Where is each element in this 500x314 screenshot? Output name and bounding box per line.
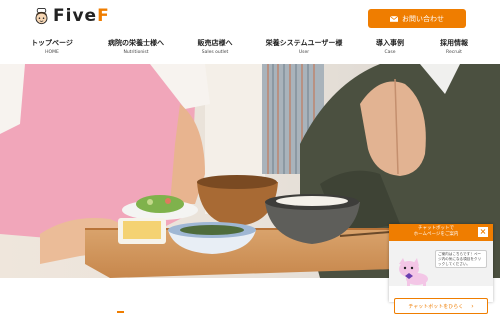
- logo[interactable]: FiveF: [33, 8, 110, 25]
- dog-mascot-icon: [399, 258, 428, 286]
- chef-mascot-icon: [35, 8, 48, 25]
- chatbot-body: ご案内はこちらです！ページ内の気になる項目をクリックしてください。 チャットボッ…: [389, 241, 493, 314]
- nav-item-home[interactable]: トップページ HOME: [31, 38, 73, 57]
- site-header: FiveF お問い合わせ トップページ HOME 病院の栄養士様へ Nutrit…: [0, 0, 500, 64]
- nav-item-sales-outlet[interactable]: 販売店様へ Sales outlet: [198, 38, 233, 57]
- chatbot-widget: チャットボットで ホームページをご案内 × ご案内はこちらです！ページ内の気にな…: [389, 224, 493, 314]
- nav-item-user[interactable]: 栄養システムユーザー様 User: [266, 38, 343, 57]
- main-nav: トップページ HOME 病院の栄養士様へ Nutritionist 販売店様へ …: [0, 38, 500, 60]
- nav-item-nutritionist[interactable]: 病院の栄養士様へ Nutritionist: [108, 38, 164, 57]
- chatbot-title: チャットボットで ホームページをご案内: [413, 226, 459, 237]
- nav-item-case[interactable]: 導入事例 Case: [376, 38, 404, 57]
- chatbot-bubble: ご案内はこちらです！ページ内の気になる項目をクリックしてください。: [435, 250, 487, 268]
- contact-label: お問い合わせ: [402, 14, 444, 23]
- chevron-right-icon: ›: [471, 302, 474, 310]
- chatbot-header: チャットボットで ホームページをご案内 ×: [389, 224, 493, 241]
- contact-button[interactable]: お問い合わせ: [368, 9, 466, 28]
- logo-wordmark: FiveF: [53, 6, 110, 26]
- mail-icon: [390, 15, 398, 22]
- nav-item-recruit[interactable]: 採用情報 Recruit: [440, 38, 468, 57]
- open-chatbot-label: チャットボットをひらく: [408, 303, 464, 310]
- open-chatbot-button[interactable]: チャットボットをひらく ›: [394, 298, 488, 314]
- close-icon[interactable]: ×: [478, 227, 488, 237]
